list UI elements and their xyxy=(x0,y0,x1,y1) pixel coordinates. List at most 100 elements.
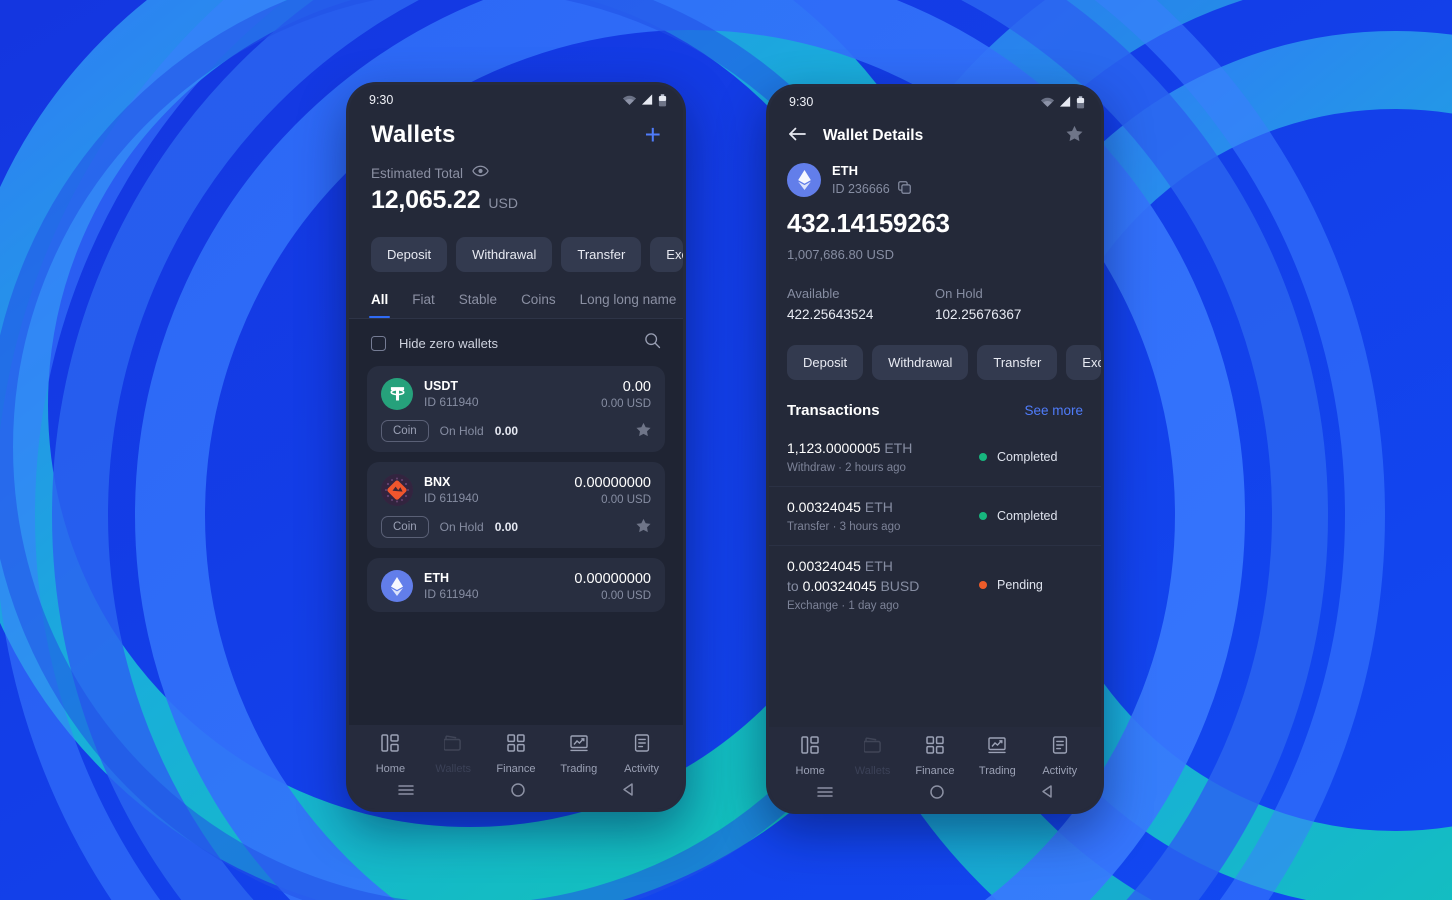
transaction-row[interactable]: 1,123.0000005 ETH Withdraw · 2 hours ago C… xyxy=(769,428,1101,486)
nav-item-activity[interactable]: Activity xyxy=(613,734,671,775)
wallet-balance-fiat: 1,007,686.80 USD xyxy=(787,247,894,262)
nav-item-finance[interactable]: Finance xyxy=(906,736,964,777)
wallet-coin-meta: ETH ID 611940 xyxy=(424,571,563,601)
action-chip-exchange[interactable]: Exchange xyxy=(650,237,683,272)
signal-icon xyxy=(641,94,653,105)
phone2-action-chips: Deposit Withdrawal Transfer Exchange xyxy=(769,345,1101,380)
wallet-card[interactable]: BNX ID 611940 0.00000000 0.00 USD Coin On Hol… xyxy=(367,462,665,548)
nav-item-home[interactable]: Home xyxy=(781,736,839,777)
wallet-card[interactable]: ETH ID 611940 0.00000000 0.00 USD xyxy=(367,558,665,612)
transaction-type: Exchange xyxy=(787,600,839,612)
action-chip-label: Transfer xyxy=(577,247,626,262)
action-chip-withdrawal[interactable]: Withdrawal xyxy=(456,237,553,272)
nav-item-label: Activity xyxy=(624,763,659,775)
transaction-type: Withdraw xyxy=(787,462,835,474)
transactions-list: 1,123.0000005 ETH Withdraw · 2 hours ago C… xyxy=(769,428,1101,624)
hide-zero-control[interactable]: Hide zero wallets xyxy=(371,335,498,351)
nav-item-label: Finance xyxy=(496,763,536,775)
action-chip-transfer[interactable]: Transfer xyxy=(977,345,1058,380)
nav-item-wallets[interactable]: Wallets xyxy=(844,736,902,777)
tab-all[interactable]: All xyxy=(368,292,391,318)
transactions-title: Transactions xyxy=(787,402,880,419)
background-artwork xyxy=(0,0,1452,900)
transaction-time: 3 hours ago xyxy=(839,521,901,533)
tab-coins[interactable]: Coins xyxy=(521,292,556,318)
status-time: 9:30 xyxy=(789,95,814,109)
back-triangle-icon[interactable] xyxy=(1040,784,1054,804)
hide-zero-checkbox[interactable] xyxy=(371,335,386,351)
balance-value: 102.25676367 xyxy=(935,307,1022,322)
eye-icon[interactable] xyxy=(472,164,489,182)
nav-item-trading[interactable]: Trading xyxy=(550,734,608,775)
add-wallet-button[interactable]: + xyxy=(645,121,661,149)
phone1-tabs-wrap: All Fiat Stable Coins Long long name xyxy=(349,292,683,319)
status-label: Completed xyxy=(997,450,1058,464)
nav-item-home[interactable]: Home xyxy=(361,734,419,775)
transaction-to-prefix: to xyxy=(787,578,799,594)
nav-item-finance[interactable]: Finance xyxy=(487,734,545,775)
back-arrow-icon[interactable] xyxy=(787,126,807,147)
wallet-details-appbar: Wallet Details xyxy=(769,117,1101,147)
action-chip-transfer[interactable]: Transfer xyxy=(561,237,642,272)
search-icon[interactable] xyxy=(644,332,661,354)
nav-item-trading[interactable]: Trading xyxy=(968,736,1026,777)
wallet-coin-header: ETH ID 236666 xyxy=(769,147,1101,197)
wallet-amount-fiat: 0.00 USD xyxy=(601,397,651,410)
transaction-separator: · xyxy=(829,521,840,533)
tab-long-long-name[interactable]: Long long name xyxy=(580,292,677,318)
tab-stable[interactable]: Stable xyxy=(459,292,497,318)
action-chip-deposit[interactable]: Deposit xyxy=(787,345,864,380)
transaction-row[interactable]: 0.00324045 ETH Transfer · 3 hours ago Comp… xyxy=(769,486,1101,545)
eth-icon xyxy=(787,163,821,197)
transaction-subtitle: Transfer · 3 hours ago xyxy=(787,521,979,533)
action-chip-deposit[interactable]: Deposit xyxy=(371,237,448,272)
nav-item-label: Wallets xyxy=(435,763,472,775)
wallet-amount-fiat: 0.00 USD xyxy=(601,493,651,506)
phone2-system-nav xyxy=(769,777,1101,811)
wallet-type-pill: Coin xyxy=(381,420,429,442)
nav-item-label: Wallets xyxy=(854,765,891,777)
wallet-onhold-value: 0.00 xyxy=(494,520,519,534)
wallet-card-footer: Coin On Hold 0.00 xyxy=(381,420,651,442)
wallet-card[interactable]: USDT ID 611940 0.00 0.00 USD Coin On Hold 0.00 xyxy=(367,366,665,452)
transaction-details: 1,123.0000005 ETH Withdraw · 2 hours ago xyxy=(787,440,979,474)
action-chip-label: Deposit xyxy=(387,247,432,262)
nav-item-wallets[interactable]: Wallets xyxy=(424,734,482,775)
wallet-card-top: ETH ID 611940 0.00000000 0.00 USD xyxy=(381,570,651,602)
wallet-amount: 0.00 xyxy=(622,378,651,395)
favorite-star-icon[interactable] xyxy=(636,422,651,440)
nav-item-label: Trading xyxy=(978,765,1016,777)
transaction-subtitle: Exchange · 1 day ago xyxy=(787,600,979,612)
status-icon-group xyxy=(622,93,667,107)
transaction-separator: · xyxy=(838,600,849,612)
home-circle-icon[interactable] xyxy=(929,784,945,805)
copy-icon[interactable] xyxy=(897,181,911,197)
menu-icon[interactable] xyxy=(397,783,415,802)
status-time: 9:30 xyxy=(369,93,394,107)
coin-id-row: ID 236666 xyxy=(832,181,911,197)
home-circle-icon[interactable] xyxy=(510,782,526,803)
balance-label: On Hold xyxy=(935,286,983,301)
balance-column-on-hold: On Hold 102.25676367 xyxy=(935,286,1083,322)
back-triangle-icon[interactable] xyxy=(621,782,635,802)
total-amount: 12,065.22 xyxy=(371,186,481,214)
star-icon[interactable] xyxy=(1066,125,1083,147)
menu-icon[interactable] xyxy=(816,785,834,804)
status-badge: Completed xyxy=(979,450,1083,464)
wallet-onhold-label: On Hold xyxy=(439,424,484,438)
wallet-type-pill: Coin xyxy=(381,516,429,538)
wifi-icon xyxy=(1040,97,1055,107)
transaction-row[interactable]: 0.00324045 ETH to 0.00324045 BUSD Exchange… xyxy=(769,545,1101,624)
action-chip-exchange[interactable]: Exchange xyxy=(1066,345,1101,380)
tab-fiat[interactable]: Fiat xyxy=(412,292,435,318)
transaction-details: 0.00324045 ETH Transfer · 3 hours ago xyxy=(787,499,979,533)
chart-icon xyxy=(570,734,588,757)
nav-item-activity[interactable]: Activity xyxy=(1031,736,1089,777)
total-amount-row: 12,065.22 USD xyxy=(371,186,661,215)
favorite-star-icon[interactable] xyxy=(636,518,651,536)
chart-icon xyxy=(988,736,1007,759)
phone2-screen: 9:30 Wallet Details ETH ID 236666 432.14… xyxy=(769,87,1101,811)
see-more-link[interactable]: See more xyxy=(1024,403,1083,418)
action-chip-withdrawal[interactable]: Withdrawal xyxy=(872,345,969,380)
wallet-onhold-label: On Hold xyxy=(439,520,484,534)
